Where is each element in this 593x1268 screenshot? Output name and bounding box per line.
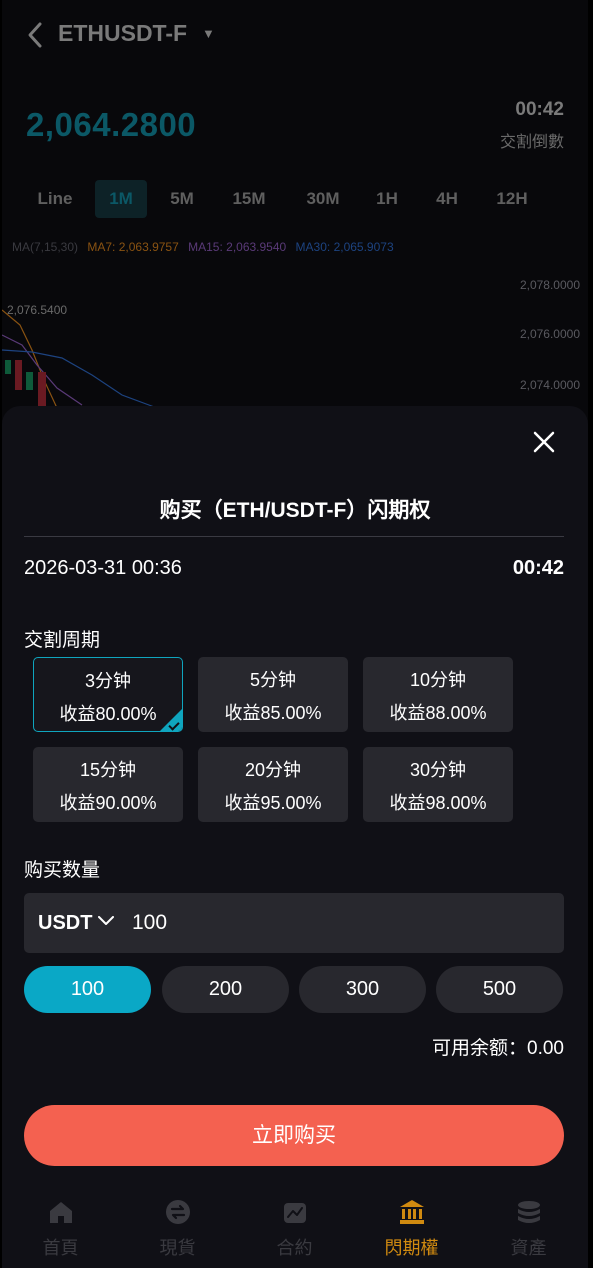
period-option-20min[interactable]: 20分钟 收益95.00% (198, 747, 348, 822)
tab-line[interactable]: Line (26, 180, 84, 218)
candle (26, 372, 33, 390)
candle (5, 360, 11, 374)
candlestick-chart: 2,078.0000 2,076.0000 2,074.0000 2,076.5… (2, 278, 580, 410)
quantity-label: 购买数量 (24, 860, 101, 881)
period-yield: 收益85.00% (224, 703, 322, 723)
period-time: 15分钟 (79, 760, 137, 780)
ma7-value: MA7: 2,063.9757 (87, 240, 179, 254)
countdown-timer: 00:42 (515, 99, 564, 120)
ma15-value: MA15: 2,063.9540 (188, 240, 287, 254)
y-tick-label: 2,076.0000 (520, 327, 580, 341)
ma7-line (2, 309, 58, 409)
quick-amount-300[interactable]: 300 (299, 966, 426, 1013)
pair-title[interactable]: ETHUSDT-F (58, 20, 187, 47)
caret-down-icon[interactable]: ▼ (202, 26, 215, 41)
bottom-nav: 首頁 現貨 合約 閃期權 資產 (2, 1188, 588, 1268)
bank-icon (399, 1200, 424, 1224)
amount-input[interactable] (132, 893, 552, 953)
y-tick-label: 2,078.0000 (520, 278, 580, 292)
quick-amount-200[interactable]: 200 (162, 966, 289, 1013)
ma-params: MA(7,15,30) (12, 240, 79, 254)
home-icon (49, 1202, 72, 1223)
period-yield: 收益88.00% (389, 703, 487, 723)
back-arrow-icon[interactable] (24, 20, 46, 50)
nav-label: 合約 (276, 1238, 313, 1258)
coins-icon (517, 1201, 540, 1223)
ma30-line (2, 349, 158, 409)
high-price-label: 2,076.5400 (7, 303, 67, 317)
tab-4h[interactable]: 4H (426, 180, 468, 218)
divider (24, 536, 564, 537)
period-yield: 收益95.00% (224, 793, 322, 813)
contract-icon (283, 1203, 306, 1223)
nav-label: 閃期權 (384, 1238, 439, 1258)
buy-now-button[interactable]: 立即购买 (24, 1105, 564, 1166)
nav-item-contract[interactable]: 合約 (236, 1198, 353, 1260)
candle (38, 372, 46, 410)
tab-1m[interactable]: 1M (95, 180, 147, 218)
ma-legend: MA(7,15,30) MA7: 2,063.9757 MA15: 2,063.… (12, 240, 400, 254)
nav-item-flash-option[interactable]: 閃期權 (353, 1198, 470, 1260)
tab-5m[interactable]: 5M (156, 180, 208, 218)
top-bar: ETHUSDT-F ▼ (2, 0, 588, 70)
purchase-sheet: 购买（ETH/USDT-F）闪期权 2026-03-31 00:36 00:42… (2, 406, 588, 1268)
period-option-3min[interactable]: 3分钟 收益80.00% (33, 657, 183, 732)
nav-label: 資產 (510, 1238, 547, 1258)
chevron-down-icon[interactable] (98, 916, 114, 926)
quick-amount-100[interactable]: 100 (24, 966, 151, 1013)
y-tick-label: 2,074.0000 (520, 378, 580, 392)
nav-label: 首頁 (42, 1238, 79, 1258)
sheet-countdown: 00:42 (512, 557, 564, 579)
sheet-title: 购买（ETH/USDT-F）闪期权 (159, 499, 431, 522)
period-time: 5分钟 (249, 670, 296, 690)
quick-amount-500[interactable]: 500 (436, 966, 563, 1013)
tab-15m[interactable]: 15M (219, 180, 279, 218)
period-time: 10分钟 (409, 670, 467, 690)
currency-select[interactable]: USDT (38, 893, 92, 953)
available-balance: 可用余额：0.00 (432, 1038, 564, 1059)
order-datetime: 2026-03-31 00:36 (24, 557, 182, 579)
exchange-icon (165, 1200, 190, 1224)
amount-field: USDT (24, 893, 564, 953)
nav-item-assets[interactable]: 資產 (470, 1198, 587, 1260)
nav-item-home[interactable]: 首頁 (2, 1198, 119, 1260)
tab-12h[interactable]: 12H (486, 180, 538, 218)
period-option-15min[interactable]: 15分钟 收益90.00% (33, 747, 183, 822)
interval-tabs: Line 1M 5M 15M 30M 1H 4H 12H (26, 180, 566, 218)
tab-1h[interactable]: 1H (366, 180, 408, 218)
period-yield: 收益90.00% (59, 793, 157, 813)
tab-30m[interactable]: 30M (293, 180, 353, 218)
candle (15, 360, 22, 390)
period-option-30min[interactable]: 30分钟 收益98.00% (363, 747, 513, 822)
period-time: 20分钟 (244, 760, 302, 780)
nav-item-spot[interactable]: 現貨 (119, 1198, 236, 1260)
nav-label: 現貨 (159, 1238, 196, 1258)
period-label: 交割周期 (24, 630, 101, 651)
current-price: 2,064.2800 (26, 106, 197, 143)
period-time: 30分钟 (409, 760, 467, 780)
period-time: 3分钟 (84, 671, 131, 691)
period-option-10min[interactable]: 10分钟 收益88.00% (363, 657, 513, 732)
countdown-label: 交割倒數 (499, 134, 564, 151)
ma30-value: MA30: 2,065.9073 (295, 240, 394, 254)
period-option-5min[interactable]: 5分钟 收益85.00% (198, 657, 348, 732)
close-icon[interactable] (532, 430, 556, 454)
period-yield: 收益98.00% (389, 793, 487, 813)
